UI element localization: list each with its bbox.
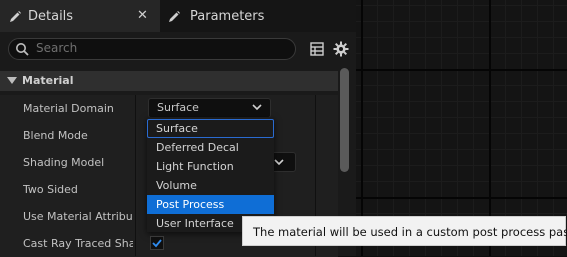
material-domain-value: Surface	[157, 101, 199, 114]
scrollbar-thumb[interactable]	[340, 68, 349, 172]
column-divider[interactable]	[135, 95, 136, 256]
tab-details[interactable]	[0, 0, 160, 32]
collapse-arrow-icon[interactable]	[7, 77, 17, 85]
section-title: Material	[22, 74, 74, 87]
property-label: Cast Ray Traced Shadows	[23, 237, 133, 250]
menu-item-deferred-decal[interactable]: Deferred Decal	[147, 138, 274, 157]
search-icon	[16, 43, 29, 56]
chevron-down-icon	[252, 104, 262, 111]
menu-item-surface[interactable]: Surface	[147, 119, 274, 138]
gear-icon[interactable]	[333, 41, 349, 57]
property-label: Blend Mode	[23, 129, 88, 142]
property-label: Material Domain	[23, 102, 114, 115]
search-placeholder: Search	[36, 41, 78, 55]
checkmark-icon	[152, 239, 162, 248]
tooltip-text: The material will be used in a custom po…	[253, 225, 567, 239]
tab-details-label: Details	[28, 9, 74, 24]
menu-item-volume[interactable]: Volume	[147, 176, 274, 195]
close-tab-button[interactable]: ✕	[137, 8, 148, 23]
property-label: Use Material Attributes	[23, 210, 133, 223]
material-domain-menu: Surface Deferred Decal Light Function Vo…	[147, 117, 274, 232]
pencil-icon	[169, 11, 180, 22]
menu-item-post-process[interactable]: Post Process	[147, 195, 274, 214]
chevron-down-icon	[274, 159, 284, 166]
property-label: Two Sided	[23, 183, 78, 196]
table-view-icon[interactable]	[310, 42, 324, 56]
tooltip: The material will be used in a custom po…	[242, 216, 567, 246]
menu-item-light-function[interactable]: Light Function	[147, 157, 274, 176]
property-label: Shading Model	[23, 156, 105, 169]
pencil-icon	[10, 11, 21, 22]
tab-parameters-label: Parameters	[190, 9, 265, 24]
